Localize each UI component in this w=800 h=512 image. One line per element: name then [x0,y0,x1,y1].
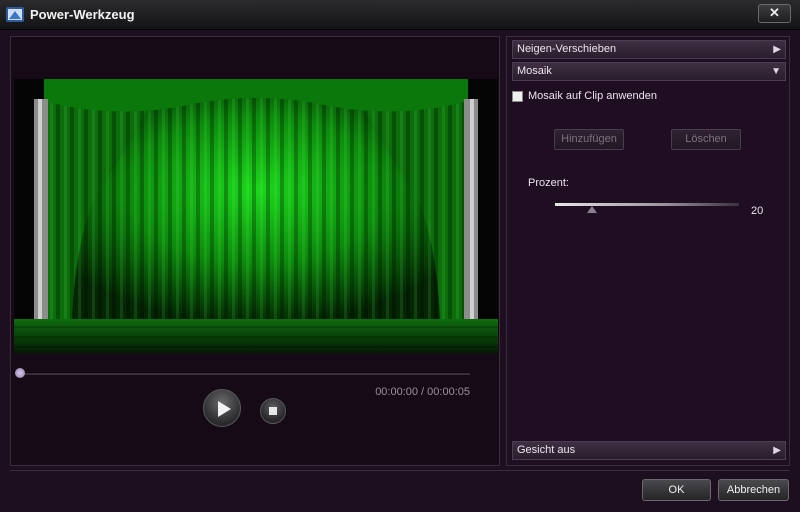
percent-slider-track[interactable] [555,203,739,206]
play-icon [218,401,231,417]
timeline-track[interactable] [16,372,470,375]
ok-button[interactable]: OK [642,479,711,501]
expand-arrow-icon: ▶ [773,445,781,456]
mosaic-checkbox-label: Mosaik auf Clip anwenden [528,90,658,102]
preview-panel [10,36,500,466]
mosaic-checkbox[interactable] [512,91,523,102]
expand-arrow-icon: ▶ [773,44,781,55]
percent-value: 20 [751,205,764,217]
footer-divider [10,470,790,471]
close-button[interactable]: ✕ [758,4,791,23]
play-button[interactable] [203,389,241,427]
title-bar: Power-Werkzeug ✕ [0,0,800,30]
add-button[interactable]: Hinzufügen [554,129,624,150]
collapse-arrow-icon: ▼ [771,66,781,77]
percent-label: Prozent: [528,177,569,189]
section-mosaic[interactable]: Mosaik ▼ [512,62,786,81]
stop-icon [269,407,277,415]
delete-button[interactable]: Löschen [671,129,741,150]
section-tilt-shift[interactable]: Neigen-Verschieben ▶ [512,40,786,59]
stage-curtain-image [14,79,498,353]
section-face-off-label: Gesicht aus [517,444,576,456]
timeline-thumb[interactable] [15,368,25,378]
time-display: 00:00:00 / 00:00:05 [375,386,470,398]
tool-panel: Neigen-Verschieben ▶ Mosaik ▼ Mosaik auf… [506,36,790,466]
percent-slider-thumb[interactable] [586,206,597,213]
section-mosaic-label: Mosaik [517,65,552,77]
window-title: Power-Werkzeug [30,7,135,22]
app-icon [6,7,24,22]
stop-button[interactable] [260,398,286,424]
section-tilt-shift-label: Neigen-Verschieben [517,43,617,55]
cancel-button[interactable]: Abbrechen [718,479,789,501]
video-preview [14,79,498,353]
section-face-off[interactable]: Gesicht aus ▶ [512,441,786,460]
